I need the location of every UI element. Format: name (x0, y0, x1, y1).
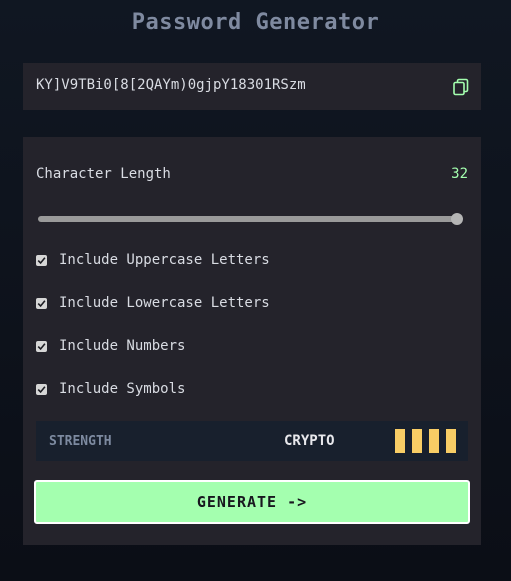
symbols-checkbox[interactable] (36, 383, 47, 395)
numbers-checkbox[interactable] (36, 340, 47, 352)
option-label: Include Lowercase Letters (59, 295, 270, 311)
strength-label: STRENGTH (49, 434, 112, 449)
strength-bar (412, 429, 422, 453)
copy-icon[interactable] (452, 78, 470, 96)
length-slider-thumb[interactable] (451, 213, 463, 225)
lowercase-checkbox[interactable] (36, 297, 47, 309)
strength-bars (395, 429, 463, 453)
length-slider-track[interactable] (38, 216, 461, 222)
strength-bar (429, 429, 439, 453)
strength-bar (395, 429, 405, 453)
uppercase-checkbox[interactable] (36, 254, 47, 266)
password-output-panel: KY]V9TBi0[8[2QAYm)0gjpY18301RSzm (23, 63, 481, 110)
length-value: 32 (451, 166, 468, 182)
option-numbers[interactable]: Include Numbers (36, 337, 185, 355)
option-uppercase[interactable]: Include Uppercase Letters (36, 251, 270, 269)
length-label: Character Length (36, 166, 171, 182)
option-symbols[interactable]: Include Symbols (36, 380, 185, 398)
option-label: Include Symbols (59, 381, 186, 397)
option-label: Include Numbers (59, 338, 186, 354)
page-title: Password Generator (131, 10, 380, 35)
option-label: Include Uppercase Letters (59, 252, 270, 268)
strength-meter: STRENGTH CRYPTO (36, 421, 468, 461)
option-lowercase[interactable]: Include Lowercase Letters (36, 294, 270, 312)
strength-bar (446, 429, 456, 453)
strength-value: CRYPTO (284, 433, 335, 449)
settings-panel: Character Length 32 Include Uppercase Le… (23, 137, 481, 545)
password-output: KY]V9TBi0[8[2QAYm)0gjpY18301RSzm (36, 77, 306, 93)
generate-button[interactable]: GENERATE -> (34, 480, 470, 524)
